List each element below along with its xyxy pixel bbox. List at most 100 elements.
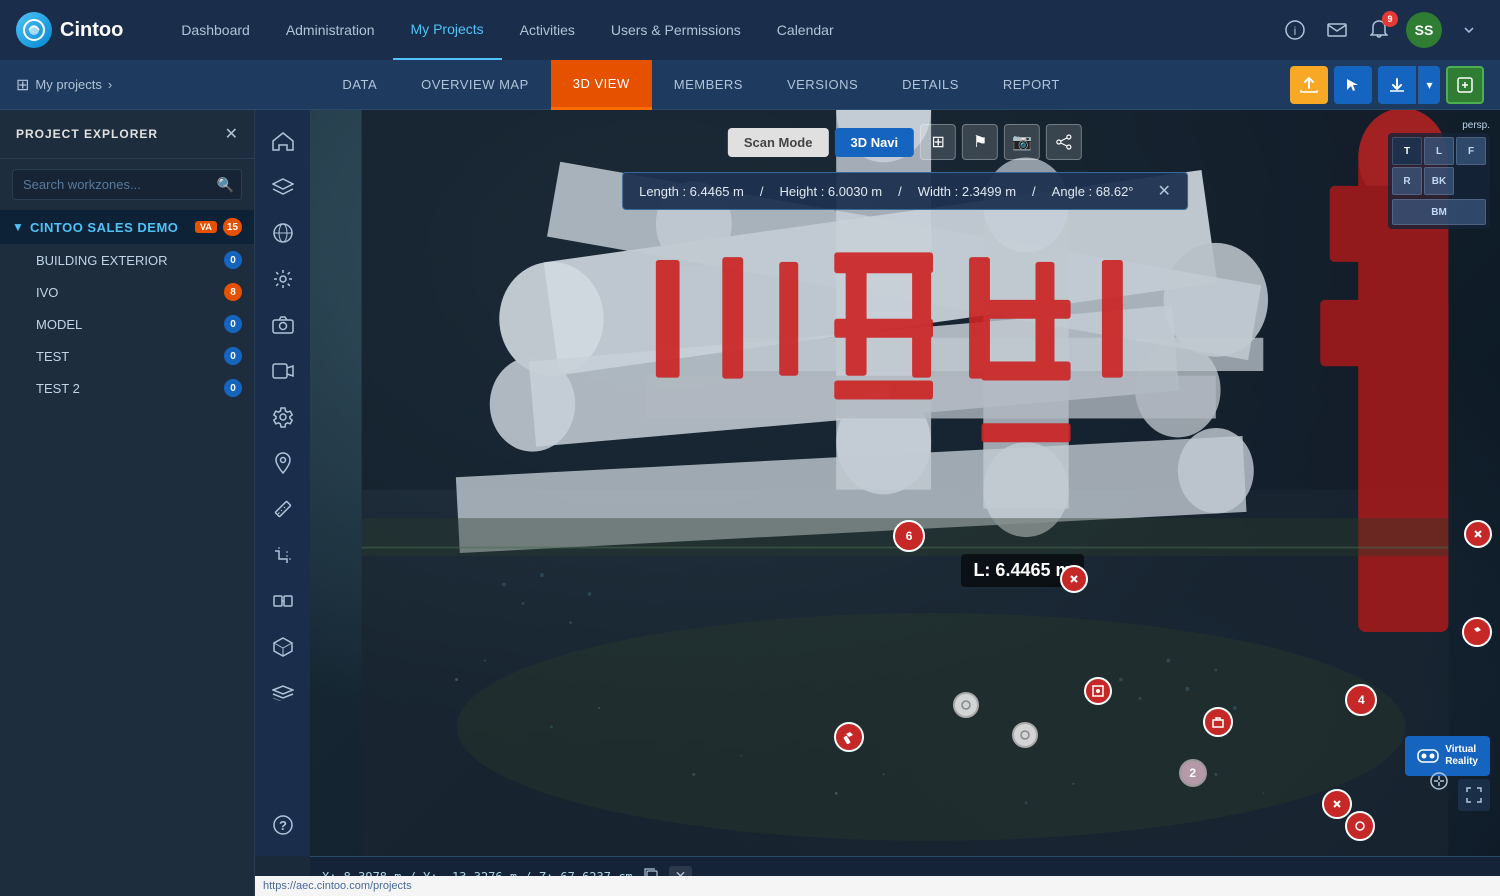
workzone-ivo[interactable]: IVO 8 — [0, 276, 254, 308]
nav-dashboard[interactable]: Dashboard — [163, 0, 268, 60]
marker-2[interactable]: 2 — [1179, 759, 1207, 787]
search-input[interactable] — [12, 169, 242, 200]
marker-bottom-mid-1[interactable] — [1322, 789, 1352, 819]
workzone-name: TEST — [36, 349, 224, 364]
3d-viewport[interactable]: Scan Mode 3D Navi ⊞ ⚑ 📷 Length : 6.4465 … — [310, 110, 1500, 856]
nav-my-projects[interactable]: My Projects — [393, 0, 502, 60]
download-dropdown-button[interactable]: ▾ — [1418, 66, 1440, 104]
workzone-name: BUILDING EXTERIOR — [36, 253, 224, 268]
tab-data[interactable]: DATA — [320, 60, 399, 110]
share-icon[interactable] — [1046, 124, 1082, 160]
workzone-badge: 0 — [224, 347, 242, 365]
camera-icon[interactable] — [262, 304, 304, 346]
tab-overview-map[interactable]: OVERVIEW MAP — [399, 60, 551, 110]
measurement-height: Height : 6.0030 m — [780, 184, 883, 199]
tab-details[interactable]: DETAILS — [880, 60, 981, 110]
measurement-tooltip: Length : 6.4465 m / Height : 6.0030 m / … — [622, 172, 1188, 210]
scan-cursor-icon[interactable] — [1428, 770, 1450, 798]
marker-right-1[interactable] — [1464, 520, 1492, 548]
fullscreen-button[interactable] — [1458, 779, 1490, 811]
box-icon[interactable] — [262, 626, 304, 668]
workzone-badge: 8 — [224, 283, 242, 301]
measurement-separator: / — [760, 184, 764, 199]
grid-view-icon[interactable]: ⊞ — [920, 124, 956, 160]
marker-bottom-mid-2[interactable] — [1345, 811, 1375, 841]
nav-users-permissions[interactable]: Users & Permissions — [593, 0, 759, 60]
cam-front-button[interactable]: F — [1456, 137, 1486, 165]
workzone-name: TEST 2 — [36, 381, 224, 396]
workzone-test[interactable]: TEST 0 — [0, 340, 254, 372]
search-box: 🔍 — [12, 169, 242, 200]
logo-area[interactable]: Cintoo — [16, 12, 123, 48]
cam-top-button[interactable]: T — [1392, 137, 1422, 165]
globe-icon[interactable] — [262, 212, 304, 254]
cam-right-button[interactable]: R — [1392, 167, 1422, 195]
tooltip-close-button[interactable]: ✕ — [1158, 181, 1171, 201]
viewport-background: Scan Mode 3D Navi ⊞ ⚑ 📷 Length : 6.4465 … — [310, 110, 1500, 856]
cam-bk-button[interactable]: BK — [1424, 167, 1454, 195]
notification-icon[interactable]: 9 — [1364, 15, 1394, 45]
scan-mode-button[interactable]: Scan Mode — [728, 128, 829, 157]
crop-icon[interactable] — [262, 534, 304, 576]
marker-red-hammer[interactable] — [834, 722, 864, 752]
tab-versions[interactable]: VERSIONS — [765, 60, 880, 110]
nav-right: i 9 SS — [1280, 12, 1484, 48]
workzone-building-exterior[interactable]: BUILDING EXTERIOR 0 — [0, 244, 254, 276]
marker-4[interactable]: 4 — [1345, 684, 1377, 716]
chevron-down-icon: ▼ — [12, 220, 24, 234]
location-icon[interactable] — [262, 442, 304, 484]
tab-report[interactable]: REPORT — [981, 60, 1082, 110]
tab-members[interactable]: MEMBERS — [652, 60, 765, 110]
logo-text: Cintoo — [60, 19, 123, 42]
search-icon[interactable]: 🔍 — [217, 176, 234, 193]
ruler-icon[interactable] — [262, 488, 304, 530]
project-explorer-sidebar: PROJECT EXPLORER ✕ 🔍 ▼ CINTOO SALES DEMO… — [0, 110, 255, 896]
scan-icon[interactable] — [262, 580, 304, 622]
nav-activities[interactable]: Activities — [502, 0, 593, 60]
layers-icon[interactable] — [262, 166, 304, 208]
export-button[interactable] — [1446, 66, 1484, 104]
marker-white-1[interactable] — [953, 692, 979, 718]
user-avatar[interactable]: SS — [1406, 12, 1442, 48]
sidebar-close-button[interactable]: ✕ — [225, 124, 238, 144]
upload-button[interactable] — [1290, 66, 1328, 104]
secondary-navigation: ⊞ My projects › DATA OVERVIEW MAP 3D VIE… — [0, 60, 1500, 110]
workzone-model[interactable]: MODEL 0 — [0, 308, 254, 340]
info-icon[interactable]: i — [1280, 15, 1310, 45]
cam-bm-button[interactable]: BM — [1392, 199, 1486, 225]
breadcrumb[interactable]: ⊞ My projects › — [16, 75, 112, 95]
project-name: CINTOO SALES DEMO — [30, 220, 185, 235]
download-main-button[interactable] — [1378, 66, 1416, 104]
select-tool-button[interactable] — [1334, 66, 1372, 104]
cam-left-button[interactable]: L — [1424, 137, 1454, 165]
tab-3d-view[interactable]: 3D VIEW — [551, 60, 652, 110]
marker-scan[interactable] — [1084, 677, 1112, 705]
navi-3d-button[interactable]: 3D Navi — [834, 128, 914, 157]
svg-text:i: i — [1294, 24, 1297, 38]
layers2-icon[interactable] — [262, 672, 304, 714]
download-button-group: ▾ — [1378, 66, 1440, 104]
gear2-icon[interactable] — [262, 396, 304, 438]
nav-calendar[interactable]: Calendar — [759, 0, 852, 60]
user-dropdown-icon[interactable] — [1454, 15, 1484, 45]
marker-bottom-right[interactable] — [1462, 617, 1492, 647]
flag-icon[interactable]: ⚑ — [962, 124, 998, 160]
nav-administration[interactable]: Administration — [268, 0, 393, 60]
camera-grid: T L F R BK BM — [1388, 133, 1490, 229]
marker-red-1[interactable] — [1060, 565, 1088, 593]
measurement-separator3: / — [1032, 184, 1036, 199]
video-icon[interactable] — [262, 350, 304, 392]
marker-scan-2[interactable] — [1203, 707, 1233, 737]
mail-icon[interactable] — [1322, 15, 1352, 45]
measurement-angle: Angle : 68.62° — [1052, 184, 1134, 199]
settings-icon[interactable] — [262, 258, 304, 300]
marker-6[interactable]: 6 — [893, 520, 925, 552]
home-icon[interactable] — [262, 120, 304, 162]
measurement-length: Length : 6.4465 m — [639, 184, 744, 199]
camera-snapshot-icon[interactable]: 📷 — [1004, 124, 1040, 160]
marker-white-2[interactable] — [1012, 722, 1038, 748]
workzone-test2[interactable]: TEST 2 0 — [0, 372, 254, 404]
right-area: ? — [255, 110, 1500, 896]
help-icon[interactable]: ? — [262, 804, 304, 846]
project-item[interactable]: ▼ CINTOO SALES DEMO VA 15 — [0, 210, 254, 244]
